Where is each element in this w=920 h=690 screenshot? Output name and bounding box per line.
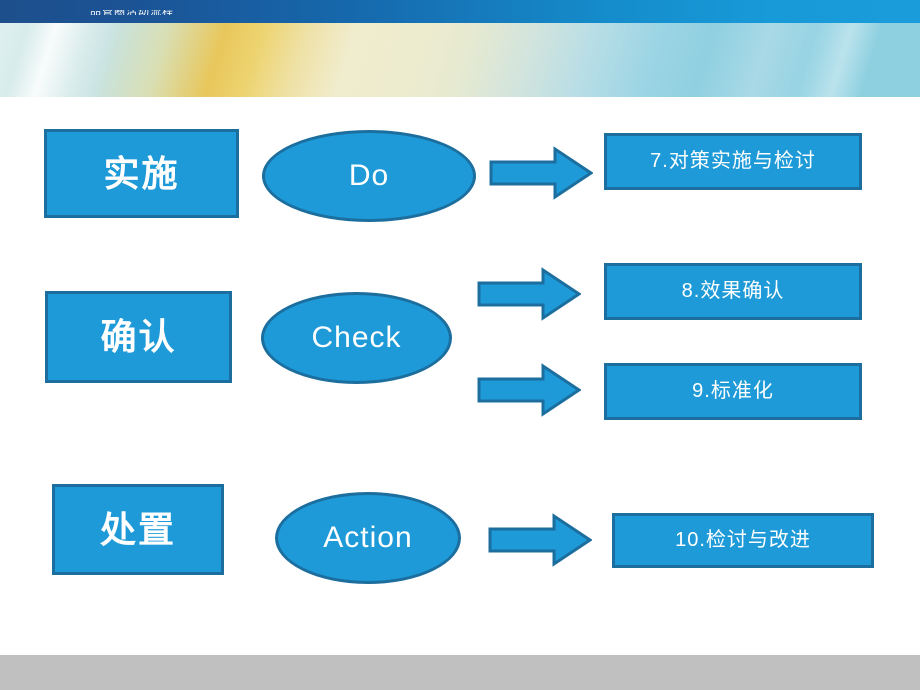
- step-box-7: 7.对策实施与检讨: [604, 133, 862, 190]
- arrow-check-to-step9: [477, 362, 581, 418]
- arrow-check-to-step8: [477, 266, 581, 322]
- band-light-streak: [700, 23, 920, 97]
- header-decorative-band: [0, 23, 920, 97]
- slide-header-title: 品管圈活动流程: [90, 10, 176, 15]
- stage-ellipse-do: Do: [262, 130, 476, 222]
- footer-bar: [0, 655, 920, 690]
- step-box-9: 9.标准化: [604, 363, 862, 420]
- stage-rect-check: 确认: [45, 291, 232, 383]
- stage-ellipse-action: Action: [275, 492, 461, 584]
- stage-rect-action: 处置: [52, 484, 224, 575]
- header-bar: 品管圈活动流程: [0, 0, 920, 23]
- step-box-10: 10.检讨与改进: [612, 513, 874, 568]
- stage-ellipse-check: Check: [261, 292, 452, 384]
- stage-rect-do: 实施: [44, 129, 239, 218]
- arrow-action-to-step10: [488, 512, 592, 568]
- arrow-do-to-step7: [489, 145, 593, 201]
- slide-canvas: 品管圈活动流程 实施 Do 7.对策实施与检讨 确认 Check 8.效果确认 …: [0, 0, 920, 690]
- step-box-8: 8.效果确认: [604, 263, 862, 320]
